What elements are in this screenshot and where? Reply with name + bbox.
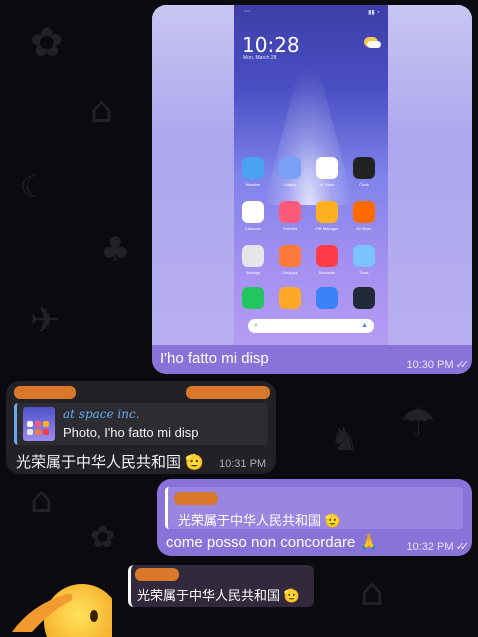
outgoing-photo-message[interactable]: ◦◦◦ ▮▮ ◔ 10:28 Mon, March 28 Weather Gall… (152, 5, 472, 374)
background-doodle: ♣ (100, 230, 131, 270)
salute-sticker[interactable] (12, 574, 112, 637)
background-doodle: ♞ (330, 420, 359, 458)
status-bar-right: ▮▮ ◔ (368, 10, 380, 16)
app-icon (279, 245, 301, 267)
app-label: File Manager (315, 226, 339, 231)
redacted-sender-name (174, 492, 218, 505)
message-caption: I'ho fatto mi disp (160, 350, 269, 367)
read-receipt-icon: ✓✓ (455, 359, 470, 371)
background-doodle: ✈ (30, 300, 61, 341)
app-label: Themes (282, 226, 298, 231)
app-icon (316, 245, 338, 267)
background-doodle: ⌂ (30, 480, 53, 521)
app-icon (316, 157, 338, 179)
app-label: Gallery (283, 182, 297, 187)
app-label: Calendar (244, 226, 262, 231)
sticker-eye (90, 610, 98, 622)
redacted-sender-name (135, 568, 179, 581)
app-icon (279, 287, 301, 309)
app-icon (316, 287, 338, 309)
reply-thumbnail (23, 407, 55, 441)
app-icon (242, 201, 264, 223)
background-doodle: ✿ (30, 20, 64, 66)
background-doodle: ✿ (90, 520, 116, 555)
read-receipt-icon: ✓✓ (455, 541, 470, 553)
home-search-bar: ⌕ ▲ (248, 319, 374, 333)
app-icon (279, 157, 301, 179)
app-icon (242, 157, 264, 179)
message-time: 10:30 PM ✓✓ (406, 358, 470, 371)
reply-quoted-text: 光荣属于中华人民共和国 🫡 (137, 588, 300, 603)
app-label: Hi Video (319, 182, 335, 187)
message-timestamp: 10:31 PM (219, 458, 267, 470)
background-doodle: ⌂ (360, 570, 385, 614)
app-label: Tools (359, 270, 369, 275)
app-label: Settings (245, 270, 261, 275)
app-icon (279, 201, 301, 223)
message-timestamp: 10:30 PM (406, 359, 454, 371)
lockscreen-clock: 10:28 (242, 33, 300, 57)
message-timestamp: 10:32 PM (406, 541, 454, 553)
app-icon (353, 157, 375, 179)
reply-sender-label: at space inc. (63, 407, 140, 421)
app-icon (353, 245, 375, 267)
background-doodle: ☾ (20, 170, 47, 205)
app-icon (242, 245, 264, 267)
reply-quoted-text: 光荣属于中华人民共和国 🫡 (178, 513, 341, 528)
photo-attachment[interactable]: ◦◦◦ ▮▮ ◔ 10:28 Mon, March 28 Weather Gall… (152, 5, 472, 345)
status-bar-left: ◦◦◦ (244, 9, 251, 15)
background-doodle: ☂ (400, 400, 436, 446)
message-text: come posso non concordare 🙏 (166, 534, 379, 551)
app-label: Recorder (318, 270, 336, 275)
reply-preview[interactable]: 光荣属于中华人民共和国 🫡 (165, 487, 463, 529)
redacted-sender-name (14, 386, 76, 399)
app-icon (353, 287, 375, 309)
weather-icon (364, 37, 381, 48)
app-label: Mi Store (356, 226, 372, 231)
redacted-sender-badge (186, 386, 270, 399)
app-icon (242, 287, 264, 309)
sticker-reply-preview[interactable]: 光荣属于中华人民共和国 🫡 (128, 565, 314, 607)
app-label: Clock (358, 182, 369, 187)
app-label: GetApps (282, 270, 298, 275)
outgoing-reply-message[interactable]: 光荣属于中华人民共和国 🫡 come posso non concordare … (157, 479, 472, 556)
app-icon (316, 201, 338, 223)
assistant-icon: ▲ (361, 322, 368, 329)
reply-quoted-text: Photo, I'ho fatto mi disp (63, 425, 199, 440)
incoming-message[interactable]: at space inc. Photo, I'ho fatto mi disp … (6, 381, 276, 474)
background-doodle: ⌂ (90, 90, 113, 131)
lockscreen-date: Mon, March 28 (243, 55, 277, 61)
search-icon: ⌕ (254, 322, 258, 329)
phone-screenshot: ◦◦◦ ▮▮ ◔ 10:28 Mon, March 28 Weather Gall… (234, 5, 388, 345)
app-label: Weather (245, 182, 261, 187)
message-text: 光荣属于中华人民共和国 🫡 (16, 454, 204, 471)
message-time: 10:32 PM ✓✓ (406, 540, 470, 553)
reply-preview[interactable]: at space inc. Photo, I'ho fatto mi disp (14, 403, 268, 445)
app-icon (353, 201, 375, 223)
